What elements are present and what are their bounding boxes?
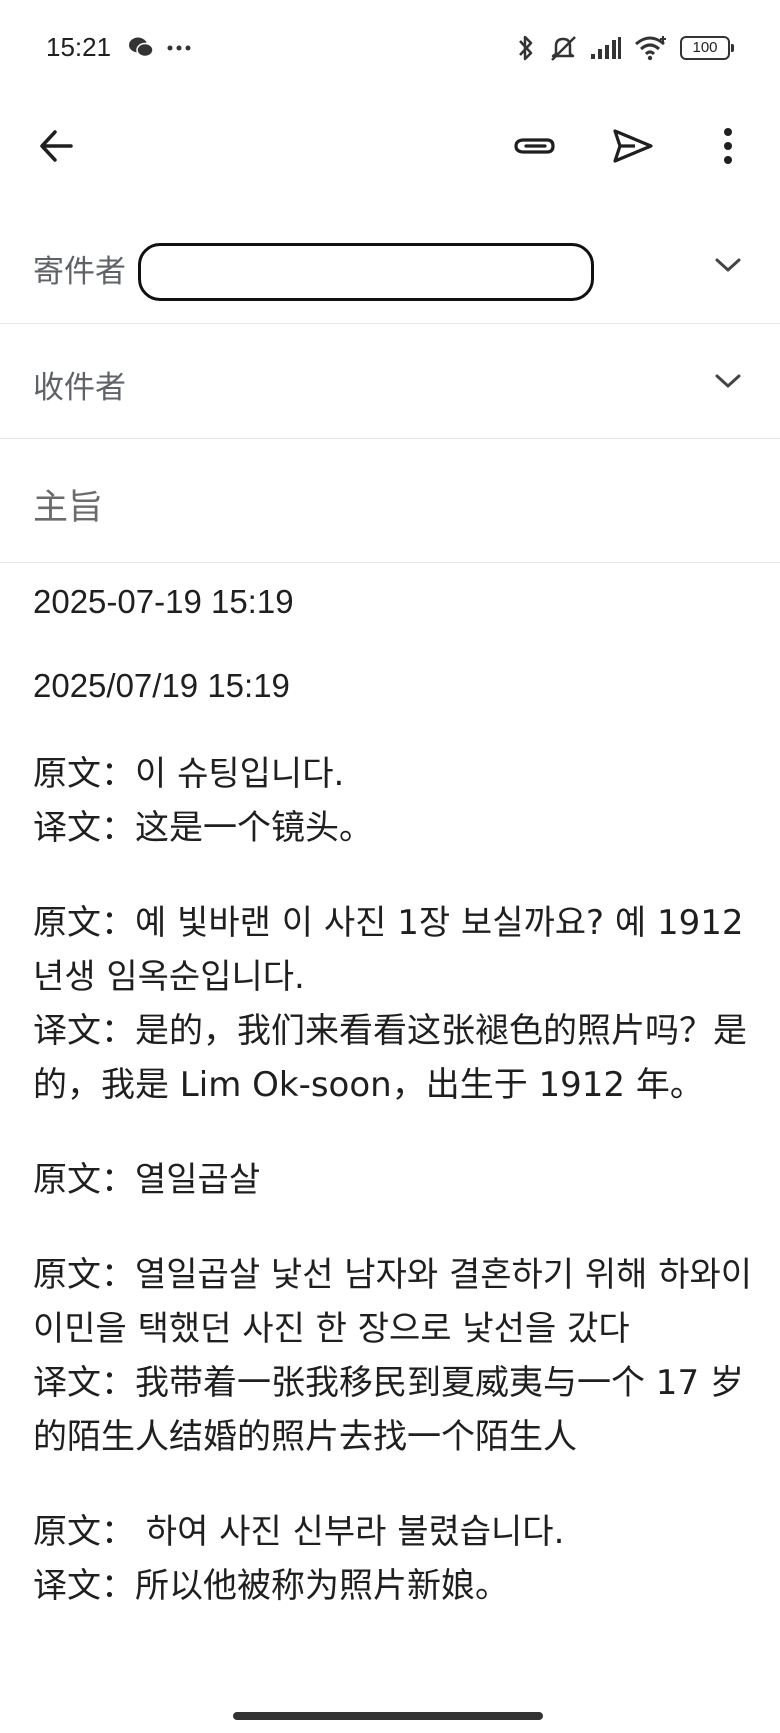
send-button[interactable] xyxy=(605,118,661,174)
body-paragraph: 原文：열일곱살 xyxy=(33,1160,261,1200)
status-bar: 15:21 100 xyxy=(0,0,780,100)
compose-toolbar xyxy=(0,100,780,190)
chevron-down-icon[interactable] xyxy=(714,256,742,274)
attach-button[interactable] xyxy=(506,118,562,174)
body-paragraph: 原文：예 빛바랜 이 사진 1장 보실까요? 예 1912년생 임옥순입니다. … xyxy=(33,903,747,1105)
status-right-icons: 100 xyxy=(516,34,734,62)
battery-icon: 100 xyxy=(680,36,734,60)
subject-input[interactable]: 主旨 xyxy=(33,479,103,530)
more-vert-icon xyxy=(724,128,732,164)
body-paragraph: 原文：열일곱살 낯선 남자와 결혼하기 위해 하와이 이민을 택했던 사진 한 … xyxy=(33,1255,753,1457)
wifi-icon xyxy=(635,36,666,61)
arrow-left-icon xyxy=(40,130,73,162)
status-time: 15:21 xyxy=(46,32,112,62)
back-button[interactable] xyxy=(28,118,84,174)
to-row[interactable]: 收件者 xyxy=(0,324,780,439)
body-date-1: 2025-07-19 15:19 xyxy=(33,583,294,620)
paperclip-icon xyxy=(514,138,555,154)
home-indicator[interactable] xyxy=(233,1712,543,1720)
from-label: 寄件者 xyxy=(33,254,126,290)
bluetooth-icon xyxy=(519,35,533,61)
mute-icon xyxy=(551,36,576,61)
from-value-redacted xyxy=(138,243,594,301)
wechat-icon xyxy=(129,37,154,58)
to-label: 收件者 xyxy=(33,370,126,406)
more-dots-icon xyxy=(167,45,191,51)
email-body[interactable]: 2025-07-19 15:19 2025/07/19 15:19 原文：이 슈… xyxy=(33,575,753,1654)
more-options-button[interactable] xyxy=(700,118,756,174)
subject-row[interactable]: 主旨 xyxy=(0,439,780,563)
body-paragraph: 原文： 하여 사진 신부라 불렸습니다. 译文：所以他被称为照片新娘。 xyxy=(33,1512,565,1606)
body-date-2: 2025/07/19 15:19 xyxy=(33,667,290,704)
signal-icon xyxy=(591,37,621,59)
body-paragraph: 原文：이 슈팅입니다. 译文：这是一个镜头。 xyxy=(33,754,373,848)
send-icon xyxy=(613,129,653,163)
chevron-down-icon[interactable] xyxy=(714,372,742,390)
